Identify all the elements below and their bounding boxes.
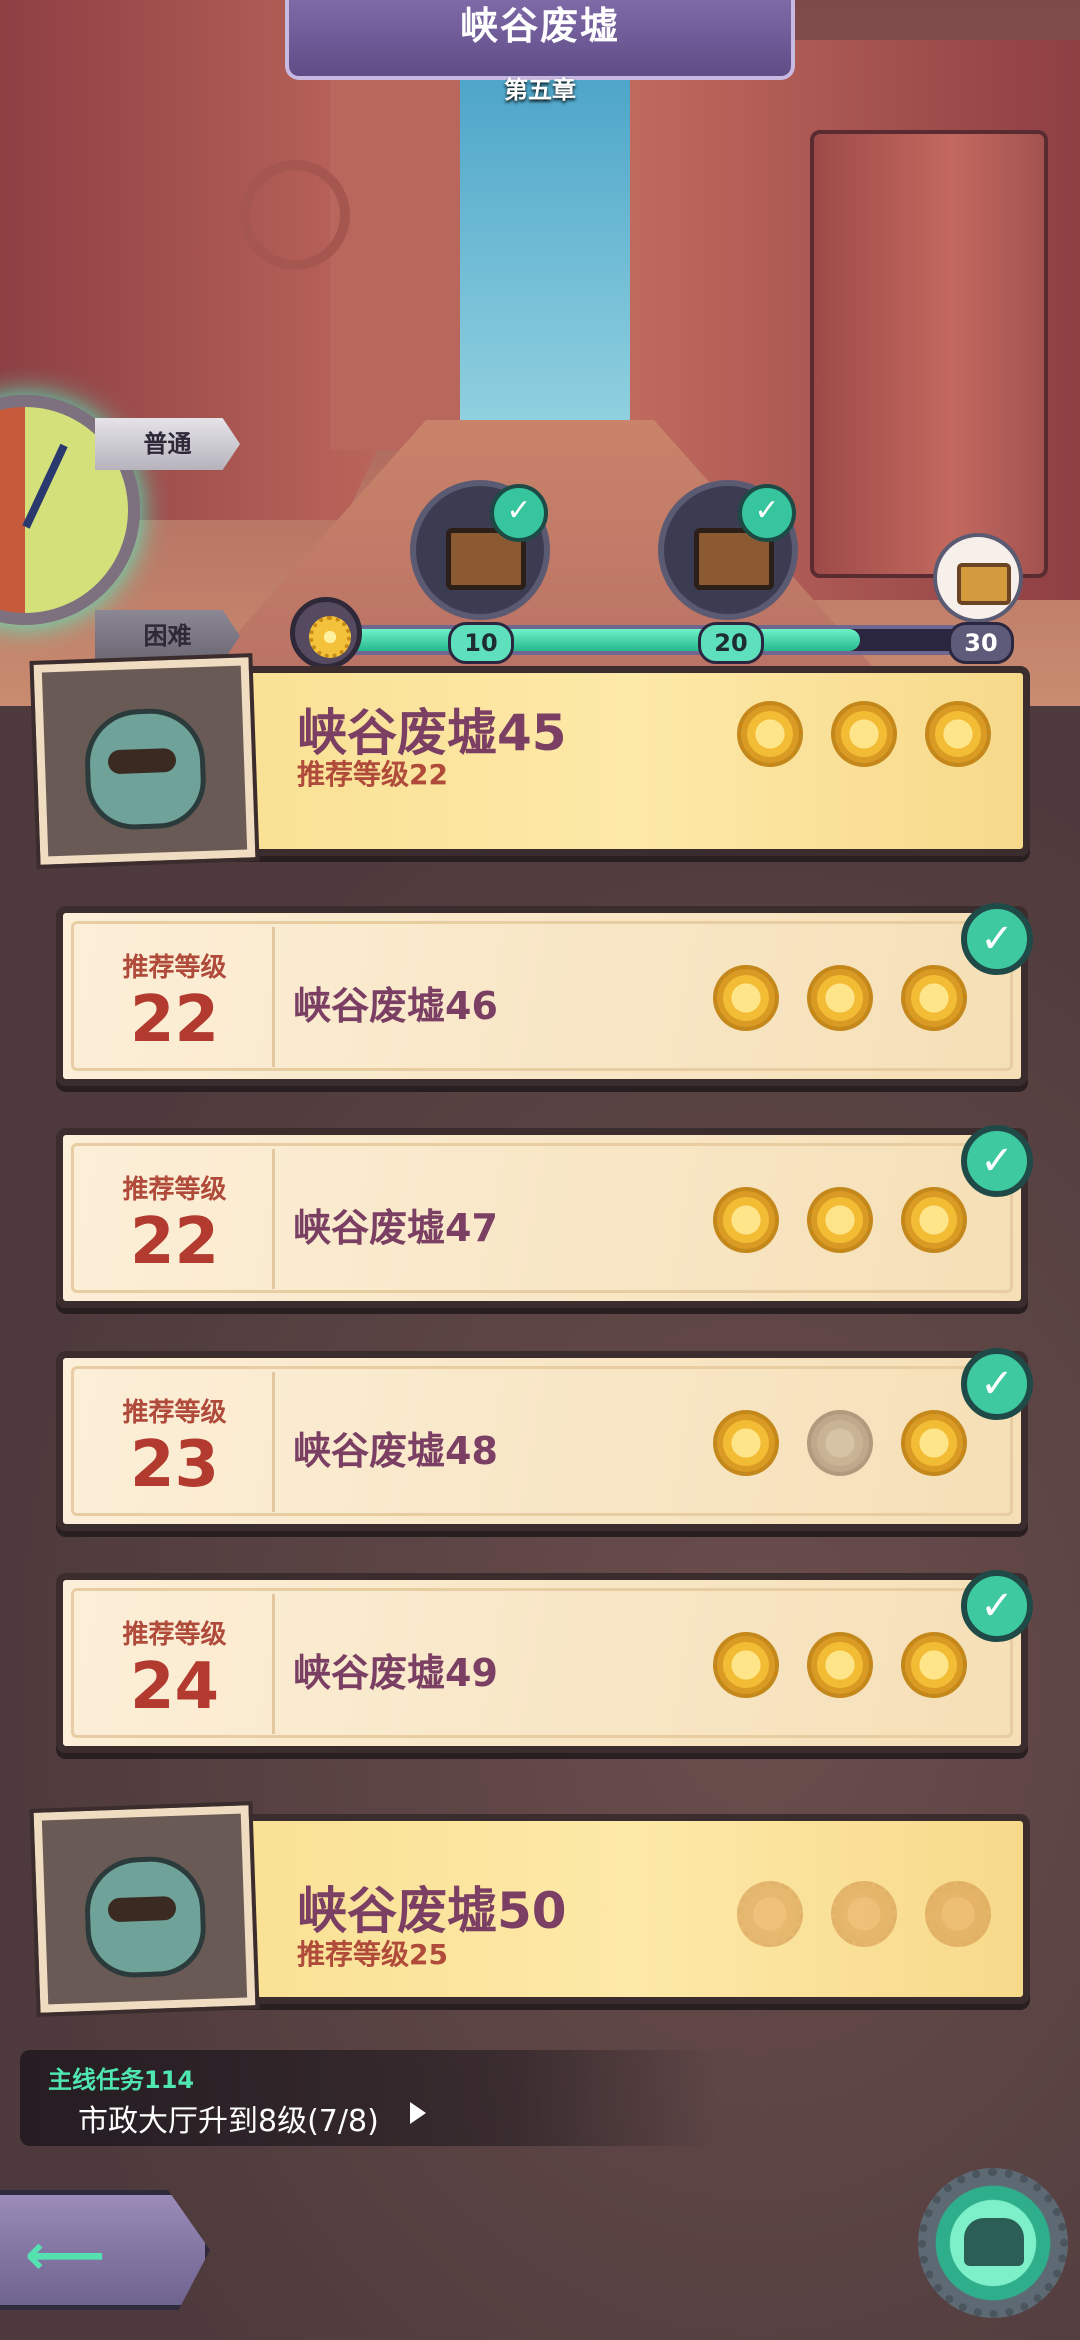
gear-star-empty-icon (737, 1881, 803, 1947)
progress-gear-icon (290, 597, 362, 669)
reward-chest-30[interactable] (933, 533, 1023, 623)
milestone-30: 30 (948, 622, 1014, 664)
check-icon: ✓ (490, 484, 548, 542)
level-number: 22 (129, 983, 220, 1057)
stage-card-46[interactable]: 推荐等级 22 峡谷废墟46 ✓ (56, 903, 1033, 1086)
quest-title: 主线任务114 (48, 2066, 195, 2094)
boss-portrait (29, 1801, 260, 2017)
check-icon: ✓ (961, 1125, 1033, 1197)
ruin-ring (240, 160, 350, 270)
gear-star-icon (925, 701, 991, 767)
stage-stars (713, 1410, 973, 1480)
hard-mode-button[interactable]: 困难 (95, 610, 240, 662)
gear-star-icon (713, 1410, 779, 1476)
gear-star-empty-icon (831, 1881, 897, 1947)
normal-mode-button[interactable]: 普通 (95, 418, 240, 470)
shop-icon (964, 2218, 1024, 2266)
stage-stars (737, 1881, 1017, 1961)
back-button[interactable]: ⟵ (0, 2190, 210, 2310)
stage-name: 峡谷废墟47 (293, 1206, 498, 1250)
gear-star-icon (737, 701, 803, 767)
level-label: 推荐等级 (122, 1620, 227, 1650)
level-number: 23 (129, 1428, 220, 1502)
stage-stars (713, 965, 973, 1035)
shop-button[interactable] (918, 2168, 1068, 2318)
stage-card-50[interactable]: 峡谷废墟50 推荐等级25 (29, 1801, 1030, 2017)
stage-stars (713, 1632, 973, 1702)
gear-star-empty-icon (807, 1410, 873, 1476)
gear-star-icon (901, 1187, 967, 1253)
stage-name: 峡谷废墟46 (293, 984, 498, 1028)
level-label: 推荐等级 (122, 953, 227, 983)
stage-stars (713, 1187, 973, 1257)
progress-fill (314, 629, 860, 651)
recommended-level-box: 推荐等级 22 (77, 927, 275, 1067)
stage-name: 峡谷废墟49 (293, 1651, 498, 1695)
arrow-left-icon: ⟵ (25, 2223, 106, 2288)
gear-star-icon (713, 1632, 779, 1698)
gear-star-icon (901, 1632, 967, 1698)
recommended-level-box: 推荐等级 22 (77, 1149, 275, 1289)
level-number: 24 (129, 1650, 220, 1724)
check-icon: ✓ (961, 903, 1033, 975)
main-quest-tracker[interactable]: 主线任务114 市政大厅升到8级(7/8) (20, 2050, 720, 2146)
gear-star-icon (901, 1410, 967, 1476)
gear-star-icon (901, 965, 967, 1031)
gear-star-icon (807, 1632, 873, 1698)
quest-description: 市政大厅升到8级(7/8) (78, 2104, 379, 2139)
gear-star-empty-icon (925, 1881, 991, 1947)
chapter-scene: 峡谷废墟 第五章 普通 困难 ✓ ✓ 10 20 30 (0, 0, 1080, 706)
dial-needle (22, 443, 68, 529)
milestone-10: 10 (448, 622, 514, 664)
reward-chest-20[interactable]: ✓ (658, 480, 798, 620)
gear-star-icon (713, 965, 779, 1031)
ruin-pillar (810, 130, 1048, 578)
recommended-level-box: 推荐等级 23 (77, 1372, 275, 1512)
level-number: 22 (129, 1205, 220, 1279)
check-icon: ✓ (961, 1348, 1033, 1420)
gear-star-icon (807, 965, 873, 1031)
gear-star-icon (831, 701, 897, 767)
stage-recommended-level: 推荐等级25 (297, 1938, 448, 1971)
stage-card-48[interactable]: 推荐等级 23 峡谷废墟48 ✓ (56, 1348, 1033, 1531)
gear-star-icon (807, 1187, 873, 1253)
check-icon: ✓ (961, 1570, 1033, 1642)
stage-name: 峡谷废墟48 (293, 1429, 498, 1473)
play-arrow-icon (410, 2102, 426, 2124)
milestone-20: 20 (698, 622, 764, 664)
reward-chest-10[interactable]: ✓ (410, 480, 550, 620)
stage-stars (737, 701, 997, 771)
chest-icon (957, 563, 1011, 605)
chapter-progress-bar (310, 625, 1000, 655)
check-icon: ✓ (738, 484, 796, 542)
level-label: 推荐等级 (122, 1398, 227, 1428)
level-label: 推荐等级 (122, 1175, 227, 1205)
chapter-number: 第五章 (504, 76, 576, 104)
chapter-title: 峡谷废墟 (459, 4, 620, 48)
chapter-banner: 峡谷废墟 (285, 0, 795, 80)
boss-portrait (29, 653, 260, 869)
gear-star-icon (713, 1187, 779, 1253)
stage-recommended-level: 推荐等级22 (297, 758, 448, 791)
stage-card-47[interactable]: 推荐等级 22 峡谷废墟47 ✓ (56, 1125, 1033, 1308)
stage-card-49[interactable]: 推荐等级 24 峡谷废墟49 ✓ (56, 1570, 1033, 1753)
left-ruin (330, 60, 460, 450)
recommended-level-box: 推荐等级 24 (77, 1594, 275, 1734)
stage-card-45[interactable]: 峡谷废墟45 推荐等级22 (29, 653, 1030, 869)
